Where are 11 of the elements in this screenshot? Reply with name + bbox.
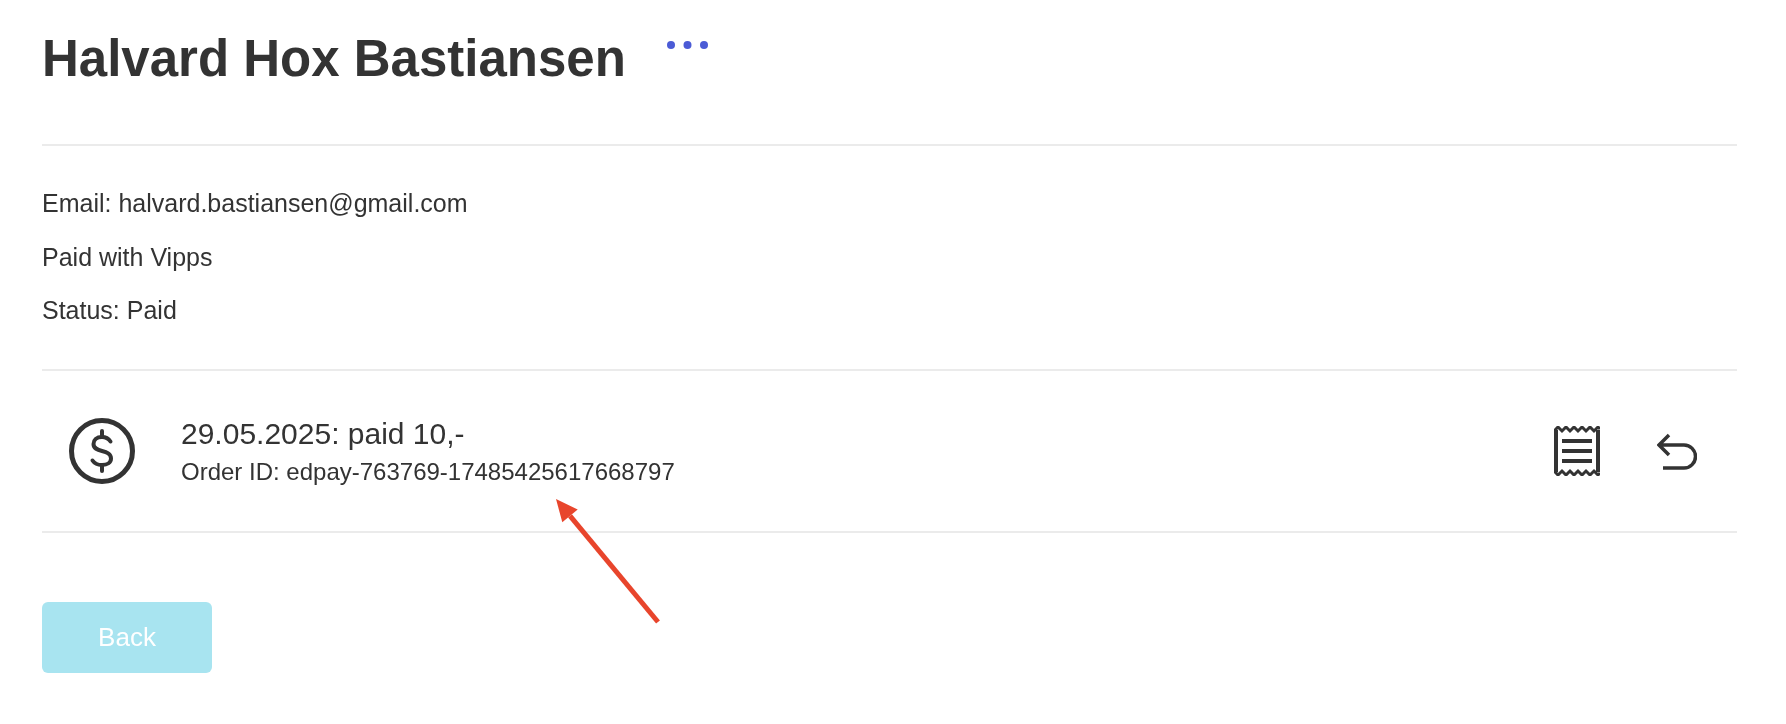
payment-summary: 29.05.2025: paid 10,- xyxy=(181,416,466,451)
back-button[interactable]: Back xyxy=(42,602,212,673)
dollar-circle-icon xyxy=(69,418,135,484)
more-options-icon[interactable] xyxy=(666,41,708,49)
detail-text: Paid with Vipps xyxy=(42,241,214,272)
customer-name-title: Halvard Hox Bastiansen xyxy=(42,33,626,84)
order-id-text: Order ID: edpay-763769-17485425617668797 xyxy=(181,457,676,486)
detail-text: Status: Paid xyxy=(42,295,178,325)
receipt-icon[interactable] xyxy=(1554,426,1600,476)
detail-text: Email: halvard.bastiansen@gmail.com xyxy=(42,188,469,218)
undo-icon[interactable] xyxy=(1657,432,1697,470)
